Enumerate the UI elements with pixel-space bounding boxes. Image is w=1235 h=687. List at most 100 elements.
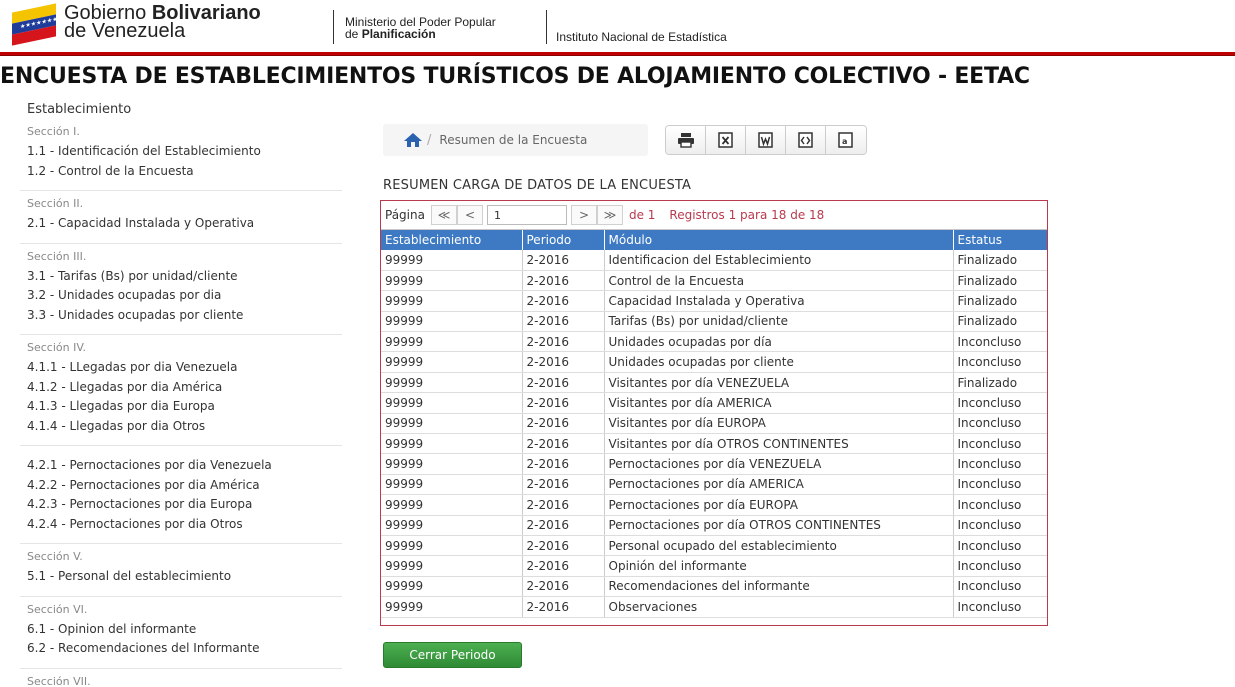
cerrar-periodo-button[interactable]: Cerrar Periodo	[383, 642, 522, 668]
ine-title: Instituto Nacional de Estadística	[556, 30, 727, 44]
cell-estatus: Inconcluso	[953, 596, 1047, 618]
cell-establecimiento: 99999	[381, 474, 523, 496]
column-header-establecimiento[interactable]: Establecimiento	[381, 230, 523, 250]
table-row[interactable]: 99999 2-2016 Personal ocupado del establec…	[381, 535, 1047, 557]
table-row[interactable]: 99999 2-2016 Pernoctaciones por día VENEZU…	[381, 453, 1047, 475]
sidebar-item[interactable]: 3.1 - Tarifas (Bs) por unidad/cliente	[27, 267, 342, 287]
sidebar-section-title: Sección IV.	[27, 341, 86, 354]
sidebar-section-title: Sección II.	[27, 197, 84, 210]
table-row[interactable]: 99999 2-2016 Visitantes por día OTROS CONT…	[381, 433, 1047, 455]
cell-modulo: Tarifas (Bs) por unidad/cliente	[604, 311, 954, 333]
cell-modulo: Identificacion del Establecimiento	[604, 250, 954, 271]
table-row[interactable]: 99999 2-2016 Recomendaciones del informant…	[381, 576, 1047, 598]
sidebar-item[interactable]: 4.1.2 - Llegadas por dia América	[27, 378, 342, 398]
cell-estatus: Inconcluso	[953, 576, 1047, 598]
sidebar-item[interactable]: 4.1.4 - Llegadas por dia Otros	[27, 417, 342, 437]
cell-estatus: Inconcluso	[953, 515, 1047, 536]
sidebar-section-title: Sección I.	[27, 125, 80, 138]
next-page-button[interactable]: >	[570, 205, 597, 225]
cell-modulo: Pernoctaciones por día OTROS CONTINENTES	[604, 515, 954, 536]
cell-modulo: Unidades ocupadas por cliente	[604, 351, 954, 373]
cell-establecimiento: 99999	[381, 270, 523, 292]
export-text-button[interactable]: a	[826, 126, 866, 154]
grid-pager: Página ≪ < 1 > ≫ de 1 Registros 1 para 1…	[381, 201, 1047, 230]
table-row[interactable]: 99999 2-2016 Control de la Encuesta Finaliz…	[381, 270, 1047, 292]
cell-establecimiento: 99999	[381, 351, 523, 373]
cell-periodo: 2-2016	[522, 515, 605, 536]
excel-export-icon	[717, 132, 733, 148]
sidebar-section: Sección VI. 6.1 - Opinion del informante 6…	[20, 597, 342, 669]
sidebar-item[interactable]: 3.2 - Unidades ocupadas por dia	[27, 286, 342, 306]
table-row[interactable]: 99999 2-2016 Visitantes por día AMERICA Inc…	[381, 392, 1047, 414]
cell-modulo: Control de la Encuesta	[604, 270, 954, 292]
export-excel-button[interactable]	[706, 126, 746, 154]
page-number-input[interactable]: 1	[486, 205, 567, 225]
table-row[interactable]: 99999 2-2016 Unidades ocupadas por cliente…	[381, 351, 1047, 373]
column-header-modulo[interactable]: Módulo	[604, 230, 954, 250]
cell-establecimiento: 99999	[381, 515, 523, 536]
table-row[interactable]: 99999 2-2016 Tarifas (Bs) por unidad/clien…	[381, 311, 1047, 333]
sidebar-item[interactable]: 6.1 - Opinion del informante	[27, 620, 342, 640]
ministerio-title: Ministerio del Poder Popular de Planific…	[345, 15, 496, 41]
cell-establecimiento: 99999	[381, 596, 523, 618]
sidebar-section-title: Sección VI.	[27, 602, 88, 616]
export-toolbar: a	[665, 125, 867, 155]
cell-estatus: Inconcluso	[953, 453, 1047, 475]
sidebar-item[interactable]: 4.2.3 - Pernoctaciones por dia Europa	[27, 495, 342, 515]
sidebar-section: 4.2.1 - Pernoctaciones por dia Venezuela…	[20, 446, 342, 544]
breadcrumb-separator: /	[427, 132, 432, 148]
gobierno-title: Gobierno Bolivariano de Venezuela	[64, 2, 261, 42]
home-icon[interactable]	[403, 132, 423, 148]
records-info: Registros 1 para 18 de 18	[669, 208, 825, 222]
table-row[interactable]: 99999 2-2016 Capacidad Instalada y Operati…	[381, 290, 1047, 312]
print-button[interactable]	[666, 126, 706, 154]
sidebar-item[interactable]: 5.1 - Personal del establecimiento	[27, 567, 342, 587]
page-count: de 1	[628, 208, 656, 222]
cell-periodo: 2-2016	[522, 453, 605, 475]
sidebar-item[interactable]: 4.2.4 - Pernoctaciones por dia Otros	[27, 515, 342, 535]
sidebar-section-title: Sección III.	[27, 249, 87, 263]
cell-modulo: Observaciones	[604, 596, 954, 618]
breadcrumb: / Resumen de la Encuesta	[383, 124, 648, 156]
sidebar-item[interactable]: 3.3 - Unidades ocupadas por cliente	[27, 306, 342, 326]
sidebar-item[interactable]: 2.1 - Capacidad Instalada y Operativa	[27, 214, 342, 234]
cell-estatus: Finalizado	[953, 290, 1047, 312]
cell-periodo: 2-2016	[522, 555, 605, 577]
header-red-line	[0, 52, 1235, 58]
cell-periodo: 2-2016	[522, 392, 605, 414]
table-row[interactable]: 99999 2-2016 Identificacion del Establecim…	[381, 250, 1047, 271]
table-row[interactable]: 99999 2-2016 Unidades ocupadas por día Inco…	[381, 331, 1047, 353]
cell-periodo: 2-2016	[522, 250, 605, 271]
first-page-button[interactable]: ≪	[430, 205, 457, 225]
sidebar-item[interactable]: 1.2 - Control de la Encuesta	[27, 162, 342, 182]
gobierno-logo[interactable]: ★★★★★★★★ Gobierno Bolivariano de Venezue…	[12, 2, 261, 46]
column-header-periodo[interactable]: Periodo	[522, 230, 605, 250]
sidebar-section: Sección II. 2.1 - Capacidad Instalada y O…	[20, 191, 342, 244]
table-row[interactable]: 99999 2-2016 Pernoctaciones por día OTROS …	[381, 515, 1047, 536]
header-divider	[546, 10, 547, 44]
word-export-icon	[757, 132, 773, 148]
table-row[interactable]: 99999 2-2016 Pernoctaciones por día EUROPA…	[381, 494, 1047, 516]
sidebar-item[interactable]: 6.2 - Recomendaciones del Informante	[27, 639, 342, 659]
export-xml-button[interactable]	[786, 126, 826, 154]
pager-label: Página	[385, 208, 425, 222]
export-word-button[interactable]	[746, 126, 786, 154]
sidebar-item[interactable]: 1.1 - Identificación del Establecimiento	[27, 142, 342, 162]
sidebar-item[interactable]: 4.2.2 - Pernoctaciones por dia América	[27, 476, 342, 496]
table-row[interactable]: 99999 2-2016 Observaciones Inconcluso	[381, 596, 1047, 618]
cell-establecimiento: 99999	[381, 311, 523, 333]
cell-estatus: Inconcluso	[953, 474, 1047, 496]
prev-page-button[interactable]: <	[456, 205, 483, 225]
column-header-estatus[interactable]: Estatus	[953, 230, 1047, 250]
table-row[interactable]: 99999 2-2016 Visitantes por día VENEZUELA F…	[381, 372, 1047, 394]
table-row[interactable]: 99999 2-2016 Visitantes por día EUROPA Inco…	[381, 413, 1047, 435]
table-row[interactable]: 99999 2-2016 Opinión del informante Inconcl…	[381, 555, 1047, 577]
sidebar-item[interactable]: 4.1.3 - Llegadas por dia Europa	[27, 397, 342, 417]
table-row[interactable]: 99999 2-2016 Pernoctaciones por día AMERIC…	[381, 474, 1047, 496]
sidebar-item[interactable]: 4.1.1 - LLegadas por dia Venezuela	[27, 358, 342, 378]
sidebar-section: Sección VII.7.1 - Observaciones	[20, 669, 342, 687]
sidebar-item[interactable]: 4.2.1 - Pernoctaciones por dia Venezuela	[27, 456, 342, 476]
page-title: ENCUESTA DE ESTABLECIMIENTOS TURÍSTICOS …	[0, 64, 1030, 89]
resumen-title: RESUMEN CARGA DE DATOS DE LA ENCUESTA	[383, 178, 692, 193]
last-page-button[interactable]: ≫	[596, 205, 623, 225]
